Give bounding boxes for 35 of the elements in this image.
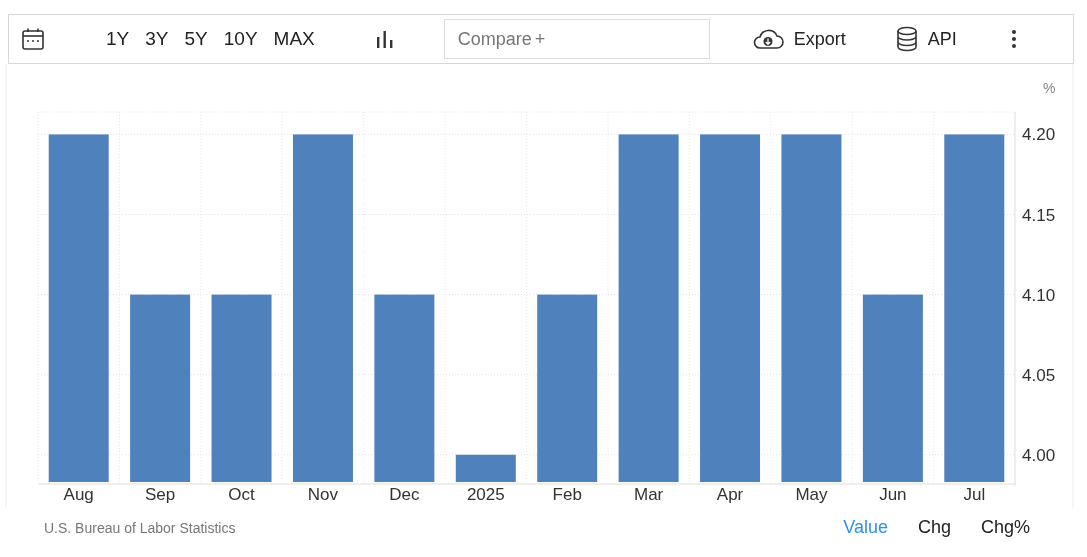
range-button[interactable]: 3Y — [138, 24, 176, 54]
bar-chart-icon[interactable] — [375, 30, 394, 48]
x-axis-label: Dec — [389, 485, 420, 504]
x-axis-label: May — [795, 485, 828, 504]
mode-tab[interactable]: Chg — [917, 517, 951, 538]
y-axis-label: 4.10 — [1022, 285, 1056, 305]
more-icon[interactable] — [1010, 29, 1017, 49]
x-axis-label: Aug — [63, 485, 94, 504]
x-axis-label: Jun — [879, 485, 907, 504]
range-button[interactable]: 5Y — [177, 24, 215, 54]
y-axis-label: 4.20 — [1022, 125, 1056, 145]
mode-tab[interactable]: Chg% — [980, 517, 1030, 538]
calendar-icon[interactable] — [21, 27, 45, 51]
unit-label: % — [1043, 80, 1056, 96]
x-axis-label: Jul — [963, 485, 986, 504]
cloud-download-icon — [751, 28, 784, 50]
range-button[interactable]: 1Y — [99, 24, 137, 54]
x-axis-label: Oct — [228, 485, 255, 504]
x-axis-label: Sep — [145, 485, 176, 504]
x-axis-label: Mar — [634, 485, 664, 504]
y-axis-label: 4.15 — [1022, 205, 1056, 225]
y-axis-label: 4.00 — [1022, 445, 1056, 465]
source-text: U.S. Bureau of Labor Statistics — [44, 519, 236, 536]
x-axis-label: Apr — [716, 485, 744, 504]
compare-field[interactable]: Compare + — [443, 19, 710, 59]
x-axis-label: 2025 — [466, 485, 505, 504]
x-axis-label: Nov — [307, 485, 339, 504]
x-axis-label: Feb — [552, 485, 582, 504]
database-icon — [895, 26, 918, 52]
export-button[interactable]: Export — [751, 28, 846, 50]
api-button[interactable]: API — [895, 26, 957, 52]
range-button[interactable]: MAX — [266, 24, 322, 54]
range-button[interactable]: 10Y — [216, 24, 265, 54]
bar — [455, 454, 516, 482]
y-axis-label: 4.05 — [1022, 365, 1056, 385]
